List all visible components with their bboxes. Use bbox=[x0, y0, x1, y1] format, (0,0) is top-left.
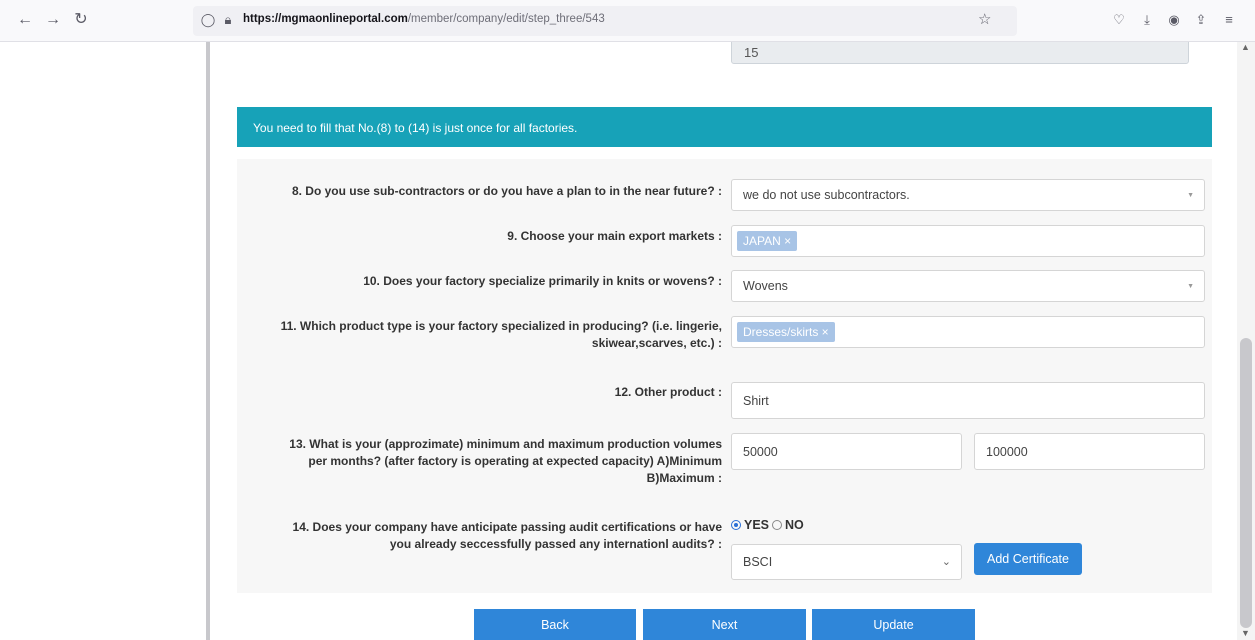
chevron-down-icon: ⌄ bbox=[941, 556, 951, 568]
readonly-field: 15 bbox=[731, 42, 1189, 64]
certificate-select[interactable]: BSCI ⌄ bbox=[731, 544, 962, 580]
left-divider bbox=[206, 42, 210, 640]
bookmark-star-icon[interactable]: ☆ bbox=[978, 10, 991, 28]
add-certificate-button[interactable]: Add Certificate bbox=[974, 543, 1082, 575]
page-scrollbar[interactable]: ▲ ▼ bbox=[1237, 42, 1255, 640]
back-arrow-icon[interactable]: ← bbox=[14, 9, 36, 31]
q11-label-line1: 11. Which product type is your factory s… bbox=[280, 319, 722, 333]
scroll-up-icon[interactable]: ▲ bbox=[1241, 42, 1250, 52]
q10-label: 10. Does your factory specialize primari… bbox=[363, 274, 722, 288]
account-icon[interactable]: ◉ bbox=[1165, 11, 1183, 29]
q13-label-line2: per months? (after factory is operating … bbox=[308, 454, 722, 468]
q12-label: 12. Other product : bbox=[614, 385, 722, 399]
q11-label-line2: skiwear,scarves, etc.) : bbox=[591, 336, 722, 350]
knits-wovens-select-value: Wovens bbox=[743, 279, 788, 293]
product-type-tag[interactable]: Dresses/skirts × bbox=[737, 322, 835, 342]
scroll-down-icon[interactable]: ▼ bbox=[1241, 628, 1250, 638]
other-product-value: Shirt bbox=[743, 393, 769, 408]
min-production-value: 50000 bbox=[743, 444, 778, 459]
audit-radio-group: YES NO bbox=[731, 518, 804, 532]
max-production-input[interactable]: 100000 bbox=[974, 433, 1205, 470]
update-button[interactable]: Update bbox=[812, 609, 975, 640]
q9-label: 9. Choose your main export markets : bbox=[507, 229, 722, 243]
url-path: /member/company/edit/step_three/543 bbox=[407, 13, 605, 25]
pocket-icon[interactable]: ♡ bbox=[1110, 11, 1128, 29]
page-content: 15 You need to fill that No.(8) to (14) … bbox=[0, 42, 1255, 640]
next-button[interactable]: Next bbox=[643, 609, 806, 640]
other-product-input[interactable]: Shirt bbox=[731, 382, 1205, 419]
product-type-multiselect[interactable]: Dresses/skirts × bbox=[731, 316, 1205, 348]
q14-label-line1: 14. Does your company have anticipate pa… bbox=[292, 520, 722, 534]
back-button[interactable]: Back bbox=[474, 609, 636, 640]
q13-label-line1: 13. What is your (approzimate) minimum a… bbox=[289, 437, 722, 451]
address-bar[interactable]: ◯ 🔒︎ https://mgmaonlineportal.com/member… bbox=[193, 6, 1017, 36]
forward-arrow-icon[interactable]: → bbox=[42, 9, 64, 31]
download-icon[interactable]: ⤓ bbox=[1138, 11, 1156, 29]
url-text[interactable]: https://mgmaonlineportal.com/member/comp… bbox=[243, 13, 605, 25]
subcontractor-select-value: we do not use subcontractors. bbox=[743, 188, 910, 202]
no-radio-label[interactable]: NO bbox=[785, 518, 804, 532]
export-markets-multiselect[interactable]: JAPAN × bbox=[731, 225, 1205, 257]
q14-label: 14. Does your company have anticipate pa… bbox=[240, 519, 722, 553]
q13-label: 13. What is your (approzimate) minimum a… bbox=[240, 436, 722, 487]
q14-label-line2: you already seccessfully passed any inte… bbox=[389, 537, 722, 551]
q13-label-line3: B)Maximum : bbox=[646, 471, 722, 485]
q11-label: 11. Which product type is your factory s… bbox=[240, 318, 722, 352]
max-production-value: 100000 bbox=[986, 444, 1028, 459]
dropdown-caret-icon: ▼ bbox=[1187, 192, 1194, 199]
yes-radio-label[interactable]: YES bbox=[744, 518, 769, 532]
menu-icon[interactable]: ≡ bbox=[1220, 11, 1238, 29]
scrollbar-thumb[interactable] bbox=[1240, 338, 1252, 628]
dropdown-caret-icon: ▼ bbox=[1187, 283, 1194, 290]
knits-wovens-select[interactable]: Wovens ▼ bbox=[731, 270, 1205, 302]
subcontractor-select[interactable]: we do not use subcontractors. ▼ bbox=[731, 179, 1205, 211]
q8-label: 8. Do you use sub-contractors or do you … bbox=[291, 184, 722, 198]
no-radio[interactable] bbox=[772, 520, 783, 530]
export-market-tag[interactable]: JAPAN × bbox=[737, 231, 798, 251]
min-production-input[interactable]: 50000 bbox=[731, 433, 962, 470]
certificate-select-value: BSCI bbox=[743, 555, 773, 569]
lock-icon[interactable]: 🔒︎ bbox=[219, 11, 237, 29]
browser-toolbar: ← → ↻ ◯ 🔒︎ https://mgmaonlineportal.com/… bbox=[0, 0, 1255, 42]
url-host: https://mgmaonlineportal.com bbox=[243, 13, 408, 25]
shield-icon[interactable]: ◯ bbox=[199, 11, 217, 29]
yes-radio[interactable] bbox=[731, 520, 741, 530]
reload-icon[interactable]: ↻ bbox=[70, 9, 92, 31]
extensions-icon[interactable]: ⇪ bbox=[1192, 11, 1210, 29]
info-banner: You need to fill that No.(8) to (14) is … bbox=[237, 107, 1212, 147]
